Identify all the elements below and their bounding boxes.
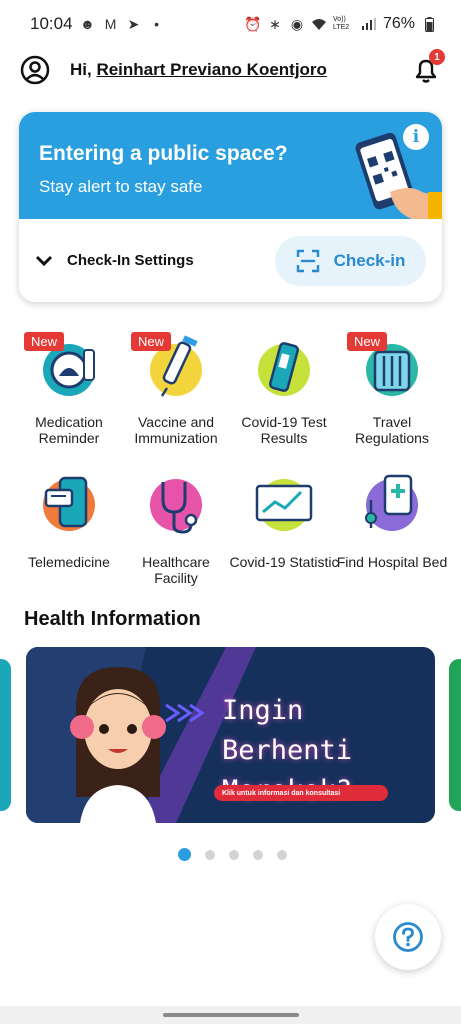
health-info-banner[interactable]: Ingin Berhenti Merokok? Klik untuk infor…	[26, 647, 435, 823]
service-label: Healthcare Facility	[142, 554, 210, 586]
system-nav-bar	[0, 1006, 461, 1024]
status-bar: 10:04 ☻ M ➤ • ⏰ ∗ ◉ Vo)) LTE2 76%	[0, 0, 461, 48]
carousel-next-banner[interactable]	[449, 659, 461, 811]
service-label: Vaccine and Immunization	[134, 414, 218, 446]
battery-percent: 76%	[382, 15, 415, 32]
notification-badge: 1	[429, 49, 445, 65]
location-icon: ◉	[290, 15, 304, 32]
service-covid-statistic[interactable]: Covid-19 Statistic	[227, 470, 341, 570]
profile-icon[interactable]	[20, 55, 50, 85]
notification-icon: ☻	[80, 16, 95, 32]
alarm-icon: ⏰	[244, 15, 262, 32]
health-info-carousel[interactable]: Ingin Berhenti Merokok? Klik untuk infor…	[0, 647, 461, 823]
chevron-down-icon[interactable]	[35, 254, 53, 268]
greeting: Hi, Reinhart Previano Koentjoro	[70, 60, 327, 80]
service-label: Covid-19 Test Results	[241, 414, 327, 446]
battery-icon	[421, 16, 437, 32]
hospital-bed-icon	[365, 474, 418, 531]
banner-line-1: Ingin Berhenti	[222, 695, 353, 766]
service-icon-wrap: New	[131, 330, 211, 400]
notification-button[interactable]: 1	[411, 49, 445, 85]
status-left: 10:04 ☻ M ➤ •	[30, 14, 165, 34]
pagination-dot-4[interactable]	[253, 849, 263, 860]
service-covid-test-results[interactable]: Covid-19 Test Results	[227, 330, 341, 446]
dot-icon: •	[154, 16, 159, 32]
service-icon-wrap	[249, 470, 319, 540]
checkin-button-label: Check-in	[333, 250, 406, 270]
wifi-icon	[311, 16, 327, 32]
new-badge: New	[131, 332, 172, 351]
checkin-card: Entering a public space? Stay alert to s…	[19, 112, 442, 302]
service-label: Travel Regulations	[355, 414, 429, 446]
telegram-icon: ➤	[127, 15, 140, 32]
stethoscope-icon	[150, 479, 202, 534]
service-label: Medication Reminder	[35, 414, 103, 446]
banner-cta[interactable]: Klik untuk informasi dan konsultasi	[214, 785, 388, 801]
checkin-bottom: Check-In Settings Check-in	[19, 219, 442, 302]
health-information-title: Health Information	[24, 608, 201, 630]
gmail-icon: M	[104, 16, 117, 32]
home-gesture-handle[interactable]	[163, 1013, 299, 1017]
pagination-dot-1[interactable]	[178, 848, 191, 861]
service-telemedicine[interactable]: Telemedicine	[12, 470, 126, 570]
phone-qr-illustration	[355, 132, 442, 219]
help-question-icon	[393, 922, 423, 952]
scan-icon	[296, 249, 319, 272]
service-icon-wrap	[249, 330, 319, 400]
status-right: ⏰ ∗ ◉ Vo)) LTE2 76%	[244, 15, 437, 33]
service-travel-regulations[interactable]: New Travel Regulations	[335, 330, 449, 446]
service-icon-wrap	[34, 470, 104, 540]
checkin-button[interactable]: Check-in	[275, 235, 426, 286]
service-find-hospital-bed[interactable]: Find Hospital Bed	[335, 470, 449, 570]
covid-test-icon	[258, 342, 310, 396]
signal-icon	[361, 16, 377, 32]
statistic-chart-icon	[255, 479, 313, 531]
service-label: Covid-19 Statistic	[229, 554, 339, 570]
status-time: 10:04	[30, 14, 73, 33]
service-label: Find Hospital Bed	[336, 554, 448, 570]
volte-label: Vo)) LTE2	[332, 16, 350, 31]
app-header: Hi, Reinhart Previano Koentjoro 1	[0, 48, 461, 92]
bluetooth-icon: ∗	[269, 15, 281, 32]
telemedicine-phone-icon	[43, 476, 95, 531]
service-icon-wrap	[141, 470, 211, 540]
service-icon-wrap: New	[24, 330, 104, 400]
new-badge: New	[24, 332, 65, 351]
checkin-settings-toggle[interactable]: Check-In Settings	[67, 252, 194, 269]
service-healthcare-facility[interactable]: Healthcare Facility	[119, 470, 233, 586]
pagination-dot-2[interactable]	[205, 849, 215, 860]
carousel-pagination	[178, 848, 287, 861]
greeting-prefix: Hi,	[70, 60, 97, 79]
pagination-dot-3[interactable]	[229, 849, 239, 860]
carousel-prev-banner[interactable]	[0, 659, 11, 811]
help-button[interactable]	[375, 904, 441, 970]
service-icon-wrap	[357, 470, 427, 540]
pagination-dot-5[interactable]	[277, 849, 287, 860]
service-vaccine-immunization[interactable]: New Vaccine and Immunization	[119, 330, 233, 446]
service-label: Telemedicine	[28, 554, 110, 570]
new-badge: New	[347, 332, 388, 351]
service-icon-wrap: New	[347, 330, 427, 400]
service-medication-reminder[interactable]: New Medication Reminder	[12, 330, 126, 446]
user-name-link[interactable]: Reinhart Previano Koentjoro	[96, 60, 326, 79]
checkin-banner: Entering a public space? Stay alert to s…	[19, 112, 442, 219]
